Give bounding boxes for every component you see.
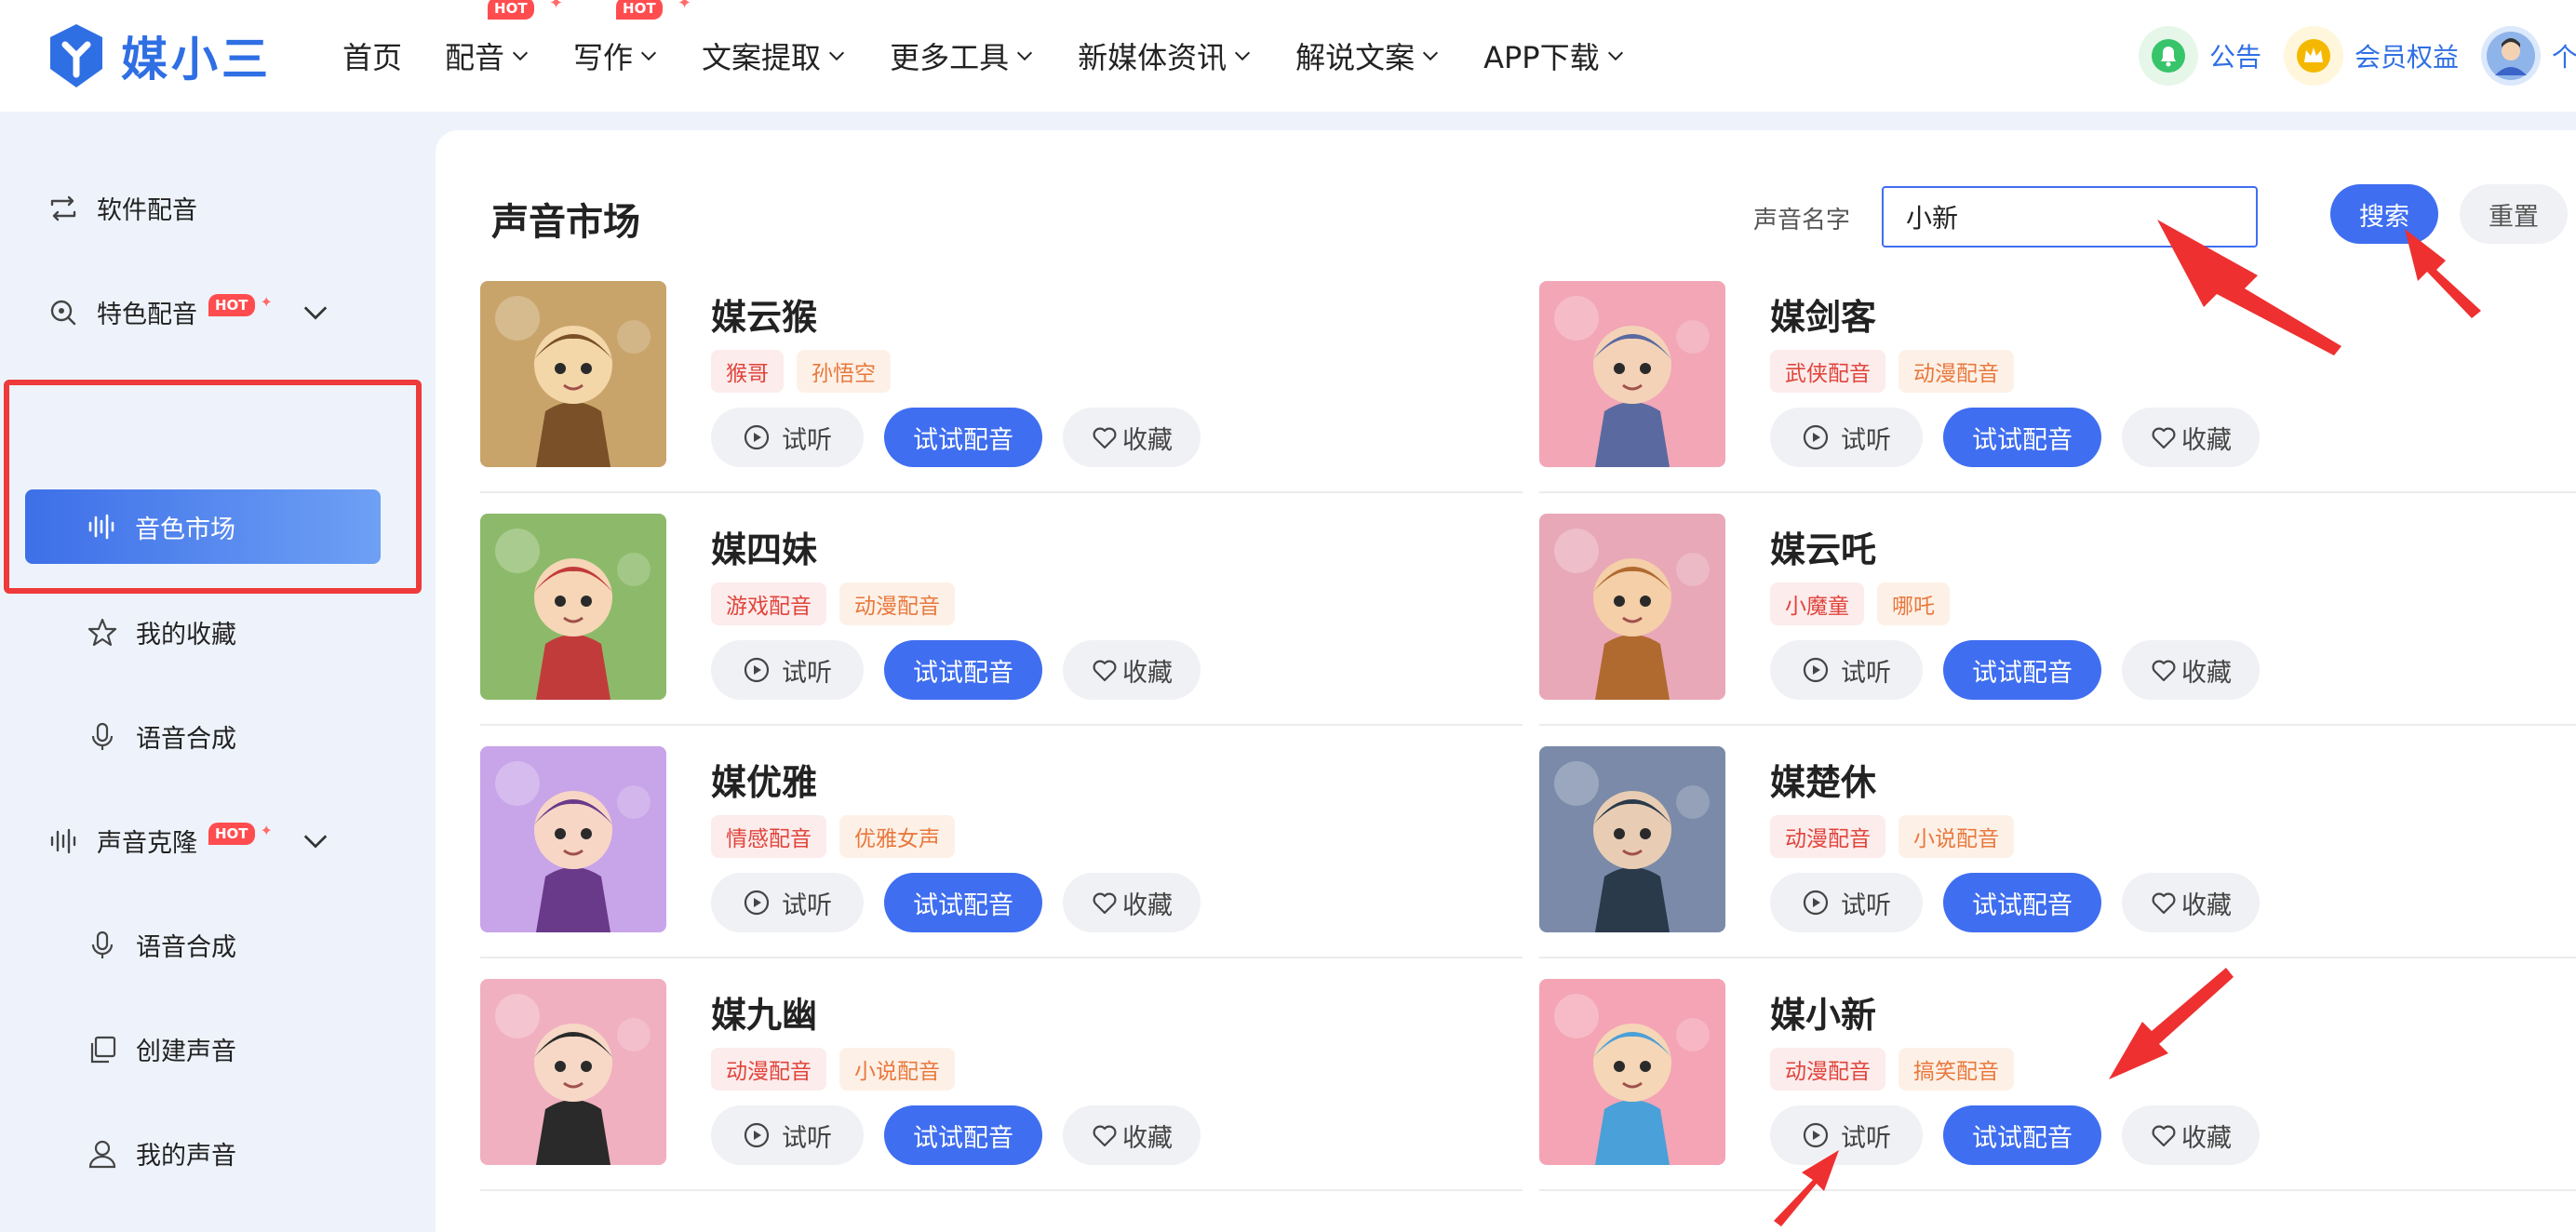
annotation-arrows — [1774, 220, 2481, 1226]
arrow-to-search-button — [2405, 229, 2481, 318]
arrow-to-try-button — [2109, 968, 2234, 1079]
arrow-to-listen-button — [1774, 1150, 1839, 1226]
arrow-to-search-input — [2157, 220, 2341, 355]
